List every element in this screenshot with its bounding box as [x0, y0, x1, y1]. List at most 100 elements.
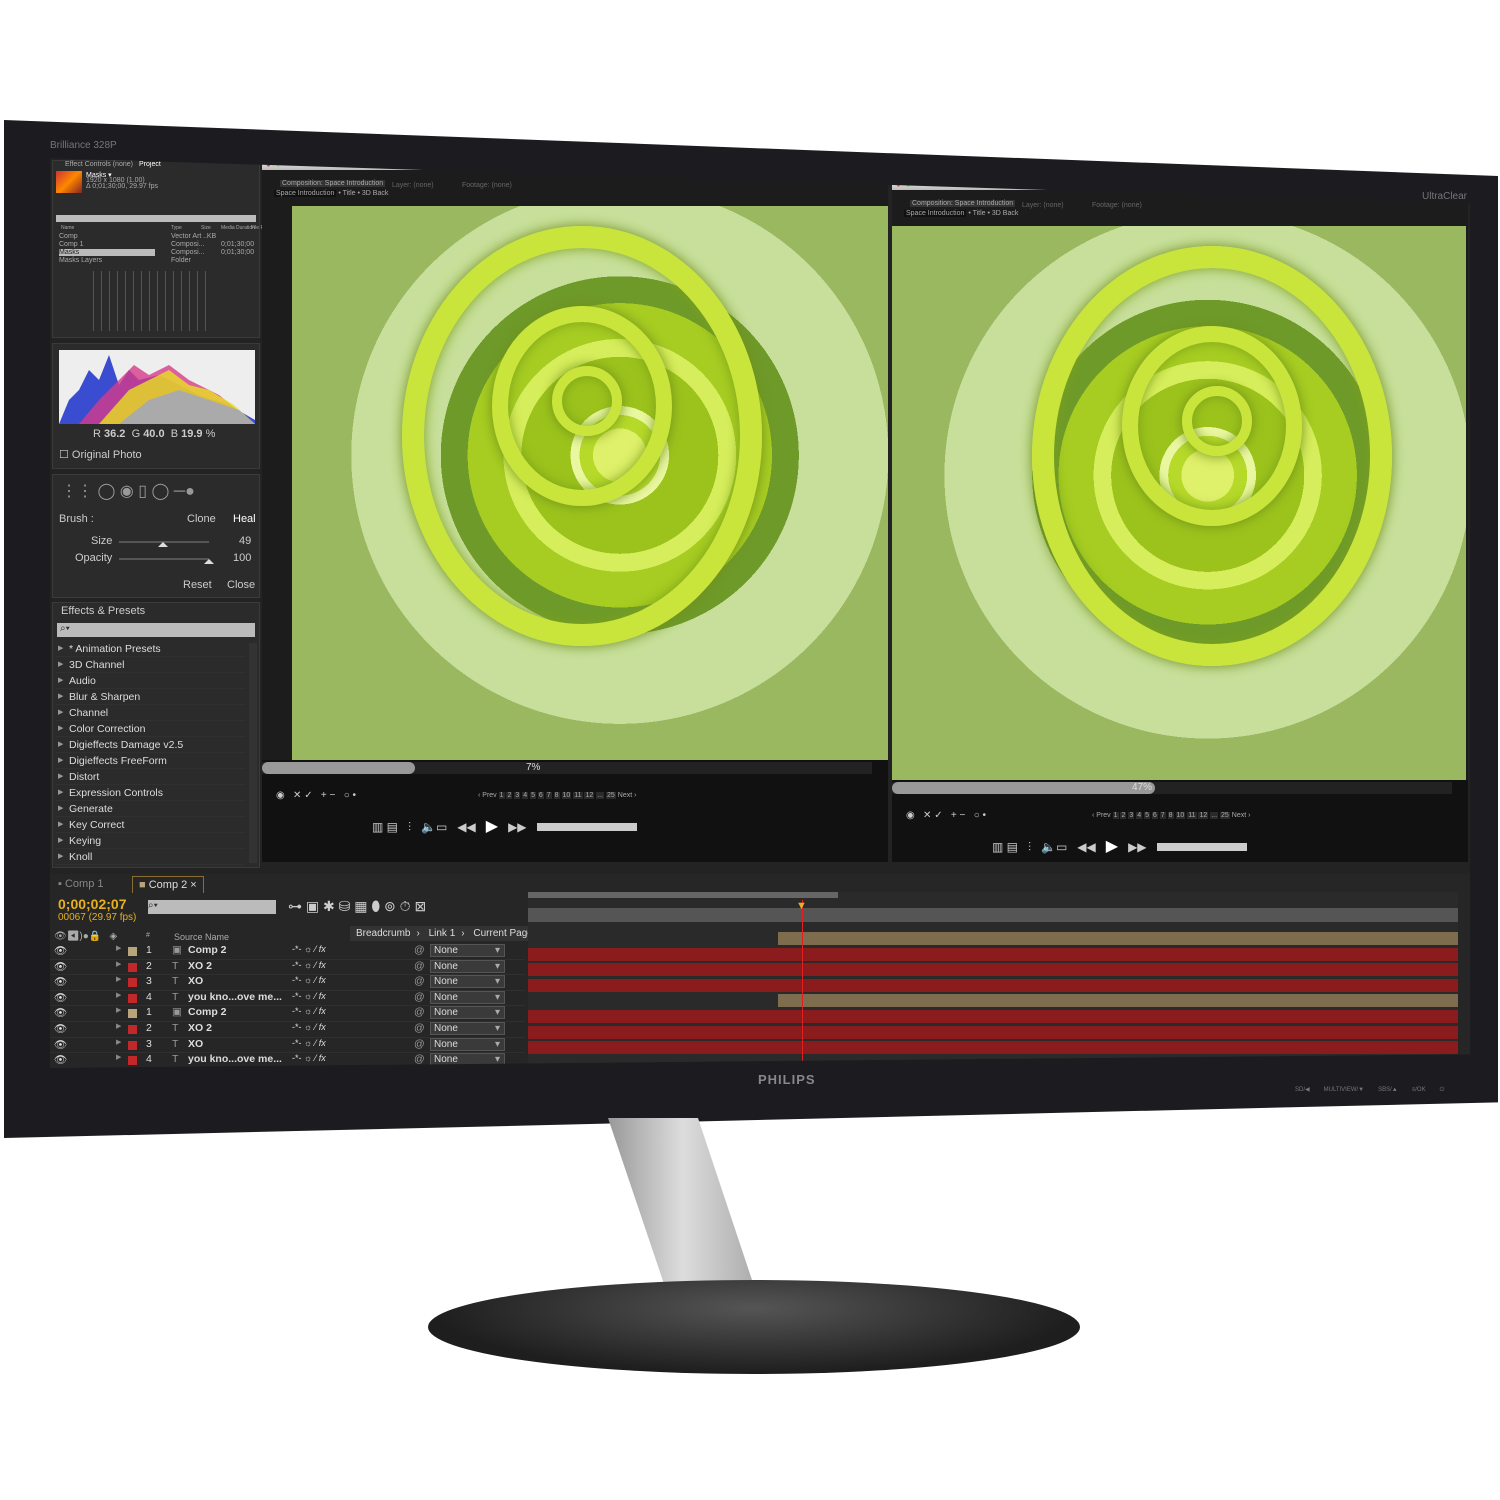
tab-layer[interactable]: Layer: (none) [1022, 202, 1064, 209]
expand-arrow-icon[interactable]: ▶ [116, 991, 121, 999]
progress-bar[interactable] [262, 762, 872, 774]
opacity-slider[interactable] [119, 558, 214, 564]
pickwhip-icon[interactable]: @ [414, 1038, 425, 1050]
monitor-hw-button[interactable]: SD/◀ [1295, 1087, 1310, 1093]
layer-row[interactable]: 👁 ▶ 3 T XO -*- ☼ ⁄ fx @ None [50, 975, 525, 991]
effects-item[interactable]: Digieffects FreeForm [55, 753, 245, 769]
layer-row[interactable]: 👁 ▶ 2 T XO 2 -*- ☼ ⁄ fx @ None [50, 1022, 525, 1038]
tab-layer[interactable]: Layer: (none) [392, 182, 434, 189]
current-time-indicator[interactable] [802, 900, 803, 1068]
pickwhip-icon[interactable]: @ [414, 1053, 425, 1065]
project-row[interactable]: Comp [59, 233, 78, 240]
page-button[interactable]: 4 [1136, 812, 1143, 819]
crumb[interactable]: Space Introduction [904, 210, 967, 217]
page-button[interactable]: 2 [506, 792, 513, 799]
layer-switches[interactable]: -*- ☼ ⁄ fx [292, 1006, 326, 1016]
layer-switches[interactable]: -*- ☼ ⁄ fx [292, 960, 326, 970]
pickwhip-icon[interactable]: @ [414, 991, 425, 1003]
crumb[interactable]: Title [973, 210, 986, 217]
layer-duration-bar[interactable] [528, 963, 1458, 977]
column-header[interactable]: Media Duration [221, 225, 255, 231]
layer-row[interactable]: 👁 ▶ 1 ▣ Comp 2 -*- ☼ ⁄ fx @ None [50, 944, 525, 960]
time-ruler[interactable] [528, 908, 1458, 922]
effects-item[interactable]: * Animation Presets [55, 641, 245, 657]
page-button[interactable]: 1 [1112, 812, 1119, 819]
layer-name[interactable]: you kno...ove me... [188, 991, 282, 1003]
transport-controls[interactable]: ▥ ▤ ⫶ 🔈▭ ◀◀ ▶ ▶▶ [372, 816, 637, 836]
monitor-buttons[interactable]: SD/◀ MULTIVIEW/▼ SBS/▲ ≡/OK ⏻ [1295, 1086, 1458, 1094]
pickwhip-icon[interactable]: @ [414, 944, 425, 956]
project-row[interactable]: Masks [59, 249, 155, 256]
tab-effect-controls[interactable]: Effect Controls (none) [65, 161, 133, 168]
transport-controls[interactable]: ▥ ▤ ⫶ 🔈▭ ◀◀ ▶ ▶▶ [992, 836, 1247, 856]
visibility-eye-icon[interactable]: 👁 [54, 1022, 67, 1035]
work-area-bar[interactable] [528, 892, 838, 898]
layer-switches[interactable]: -*- ☼ ⁄ fx [292, 1053, 326, 1063]
breadcrumb-item[interactable]: Link 1 [423, 926, 462, 941]
page-button[interactable]: 6 [1151, 812, 1158, 819]
effects-item[interactable]: Knoll [55, 849, 245, 865]
layer-duration-bar[interactable] [528, 947, 1458, 961]
parent-dropdown[interactable]: None [430, 959, 505, 973]
tab-comp-1[interactable]: ▪ Comp 1 [58, 878, 104, 890]
label-color-swatch[interactable] [128, 1056, 137, 1066]
visibility-eye-icon[interactable]: 👁 [54, 960, 67, 973]
page-button[interactable]: 25 [606, 792, 616, 799]
visibility-eye-icon[interactable]: 👁 [54, 1006, 67, 1019]
timeline-search-input[interactable]: ⌕▾ [148, 900, 276, 914]
layer-switches[interactable]: -*- ☼ ⁄ fx [292, 1038, 326, 1048]
monitor-hw-button[interactable]: MULTIVIEW/▼ [1324, 1087, 1365, 1093]
crumb[interactable]: Space Introduction [274, 190, 337, 197]
column-header[interactable]: Type [171, 225, 182, 231]
clone-button[interactable]: Clone [187, 513, 216, 525]
label-color-swatch[interactable] [128, 1025, 137, 1034]
layer-switches[interactable]: -*- ☼ ⁄ fx [292, 1022, 326, 1032]
crumb[interactable]: 3D Back [362, 190, 388, 197]
page-button[interactable]: ... [1210, 812, 1219, 819]
pickwhip-icon[interactable]: @ [414, 1006, 425, 1018]
expand-arrow-icon[interactable]: ▶ [116, 944, 121, 952]
page-button[interactable]: 8 [553, 792, 560, 799]
tab-footage[interactable]: Footage: (none) [462, 182, 512, 189]
layer-switches[interactable]: -*- ☼ ⁄ fx [292, 975, 326, 985]
layer-row[interactable]: 👁 ▶ 3 T XO -*- ☼ ⁄ fx @ None [50, 1037, 525, 1054]
page-button[interactable]: 7 [545, 792, 552, 799]
effects-search-input[interactable]: ⌕▾ [57, 623, 255, 637]
seek-slider[interactable] [1156, 843, 1247, 851]
page-button[interactable]: 3 [1128, 812, 1135, 819]
effects-item[interactable]: Keying [55, 833, 245, 849]
pickwhip-icon[interactable]: @ [414, 975, 425, 987]
layer-name[interactable]: Comp 2 [188, 1006, 227, 1018]
play-button[interactable]: ▶ [486, 818, 498, 835]
effects-item[interactable]: Blur & Sharpen [55, 689, 245, 705]
layer-name[interactable]: you kno...ove me... [188, 1053, 282, 1065]
layer-row[interactable]: 👁 ▶ 2 T XO 2 -*- ☼ ⁄ fx @ None [50, 959, 525, 976]
effects-item[interactable]: Digieffects Damage v2.5 [55, 737, 245, 753]
monitor-hw-button[interactable]: SBS/▲ [1378, 1087, 1398, 1093]
original-photo-checkbox[interactable]: ☐ Original Photo [59, 448, 142, 461]
layer-name[interactable]: XO [188, 1038, 203, 1050]
seek-slider[interactable] [536, 823, 637, 831]
layer-duration-bar[interactable] [528, 978, 1458, 992]
effects-item[interactable]: Expression Controls [55, 785, 245, 801]
edit-tools[interactable]: ◉ ✕ ✓ + − ○ • [276, 790, 356, 801]
effects-item[interactable]: Audio [55, 673, 245, 689]
parent-dropdown[interactable]: None [430, 1022, 505, 1035]
label-color-swatch[interactable] [128, 947, 137, 956]
breadcrumb-item[interactable]: Breadcrumb [350, 926, 416, 941]
project-search-input[interactable] [56, 215, 256, 222]
layer-name[interactable]: XO [188, 975, 203, 987]
effects-item[interactable]: Generate [55, 801, 245, 817]
page-button[interactable]: 10 [1175, 812, 1186, 819]
page-button[interactable]: 12 [584, 792, 595, 799]
page-button[interactable]: 25 [1220, 812, 1230, 819]
label-color-swatch[interactable] [128, 993, 137, 1003]
heal-button[interactable]: Heal [233, 513, 256, 525]
next-page-button[interactable]: Next › [1232, 812, 1251, 819]
project-row[interactable]: Comp 1 [59, 241, 84, 248]
tab-project[interactable]: Project [139, 161, 161, 168]
monitor-hw-button[interactable]: ⏻ [1440, 1087, 1445, 1093]
close-button[interactable]: Close [227, 579, 255, 591]
crumb[interactable]: Title [343, 190, 356, 197]
layer-name[interactable]: XO 2 [188, 1022, 212, 1034]
